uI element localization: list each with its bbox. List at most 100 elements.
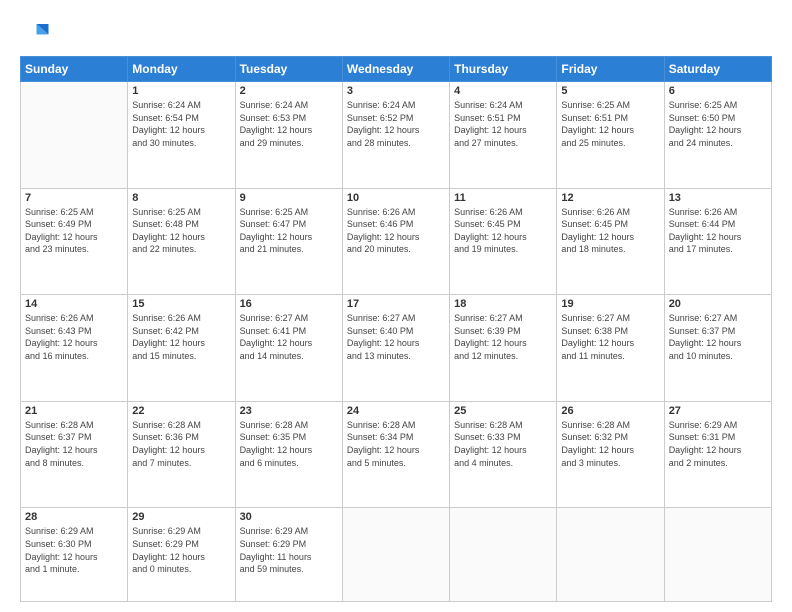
day-number: 28	[25, 511, 123, 523]
day-number: 15	[132, 298, 230, 310]
logo-icon	[20, 18, 50, 48]
calendar-cell	[557, 508, 664, 602]
calendar-cell: 7Sunrise: 6:25 AM Sunset: 6:49 PM Daylig…	[21, 188, 128, 295]
day-number: 18	[454, 298, 552, 310]
day-number: 13	[669, 192, 767, 204]
day-info: Sunrise: 6:27 AM Sunset: 6:37 PM Dayligh…	[669, 312, 767, 362]
day-info: Sunrise: 6:25 AM Sunset: 6:50 PM Dayligh…	[669, 99, 767, 149]
calendar-cell: 6 Sunrise: 6:25 AM Sunset: 6:50 PM Daylig…	[664, 82, 771, 189]
day-number: 20	[669, 298, 767, 310]
day-number: 30	[240, 511, 338, 523]
calendar-cell: 13 Sunrise: 6:26 AM Sunset: 6:44 PM Dayli…	[664, 188, 771, 295]
day-info: Sunrise: 6:25 AM Sunset: 6:48 PM Dayligh…	[132, 206, 230, 256]
calendar-cell: 3 Sunrise: 6:24 AM Sunset: 6:52 PM Daylig…	[342, 82, 449, 189]
calendar-cell: 20 Sunrise: 6:27 AM Sunset: 6:37 PM Dayli…	[664, 295, 771, 402]
calendar-cell: 15 Sunrise: 6:26 AM Sunset: 6:42 PM Dayli…	[128, 295, 235, 402]
day-info: Sunrise: 6:28 AM Sunset: 6:32 PM Dayligh…	[561, 419, 659, 469]
weekday-header-wednesday: Wednesday	[342, 57, 449, 82]
day-info: Sunrise: 6:24 AM Sunset: 6:52 PM Dayligh…	[347, 99, 445, 149]
week-row-1: 1 Sunrise: 6:24 AM Sunset: 6:54 PM Daylig…	[21, 82, 772, 189]
calendar-cell: 17 Sunrise: 6:27 AM Sunset: 6:40 PM Dayli…	[342, 295, 449, 402]
calendar-cell: 2 Sunrise: 6:24 AM Sunset: 6:53 PM Daylig…	[235, 82, 342, 189]
calendar-cell: 16Sunrise: 6:27 AM Sunset: 6:41 PM Dayli…	[235, 295, 342, 402]
calendar-cell: 22 Sunrise: 6:28 AM Sunset: 6:36 PM Dayli…	[128, 401, 235, 508]
weekday-header-saturday: Saturday	[664, 57, 771, 82]
day-info: Sunrise: 6:28 AM Sunset: 6:36 PM Dayligh…	[132, 419, 230, 469]
day-number: 24	[347, 405, 445, 417]
calendar-cell: 28 Sunrise: 6:29 AM Sunset: 6:30 PM Dayli…	[21, 508, 128, 602]
day-info: Sunrise: 6:29 AM Sunset: 6:30 PM Dayligh…	[25, 525, 123, 575]
day-number: 4	[454, 85, 552, 97]
calendar-cell: 24 Sunrise: 6:28 AM Sunset: 6:34 PM Dayli…	[342, 401, 449, 508]
day-number: 1	[132, 85, 230, 97]
calendar-cell: 9 Sunrise: 6:25 AM Sunset: 6:47 PM Daylig…	[235, 188, 342, 295]
day-info: Sunrise: 6:26 AM Sunset: 6:46 PM Dayligh…	[347, 206, 445, 256]
calendar-cell: 25 Sunrise: 6:28 AM Sunset: 6:33 PM Dayli…	[450, 401, 557, 508]
calendar: SundayMondayTuesdayWednesdayThursdayFrid…	[20, 56, 772, 602]
day-info: Sunrise: 6:27 AM Sunset: 6:38 PM Dayligh…	[561, 312, 659, 362]
day-info: Sunrise: 6:28 AM Sunset: 6:34 PM Dayligh…	[347, 419, 445, 469]
day-info: Sunrise: 6:25 AM Sunset: 6:49 PM Dayligh…	[25, 206, 123, 256]
day-info: Sunrise: 6:28 AM Sunset: 6:33 PM Dayligh…	[454, 419, 552, 469]
day-info: Sunrise: 6:26 AM Sunset: 6:44 PM Dayligh…	[669, 206, 767, 256]
weekday-header-tuesday: Tuesday	[235, 57, 342, 82]
day-info: Sunrise: 6:25 AM Sunset: 6:51 PM Dayligh…	[561, 99, 659, 149]
page: SundayMondayTuesdayWednesdayThursdayFrid…	[0, 0, 792, 612]
day-number: 19	[561, 298, 659, 310]
day-info: Sunrise: 6:27 AM Sunset: 6:40 PM Dayligh…	[347, 312, 445, 362]
day-info: Sunrise: 6:29 AM Sunset: 6:29 PM Dayligh…	[240, 525, 338, 575]
calendar-cell: 27 Sunrise: 6:29 AM Sunset: 6:31 PM Dayli…	[664, 401, 771, 508]
day-number: 14	[25, 298, 123, 310]
weekday-header-thursday: Thursday	[450, 57, 557, 82]
day-info: Sunrise: 6:25 AM Sunset: 6:47 PM Dayligh…	[240, 206, 338, 256]
week-row-5: 28 Sunrise: 6:29 AM Sunset: 6:30 PM Dayli…	[21, 508, 772, 602]
day-info: Sunrise: 6:24 AM Sunset: 6:54 PM Dayligh…	[132, 99, 230, 149]
calendar-cell: 21 Sunrise: 6:28 AM Sunset: 6:37 PM Dayli…	[21, 401, 128, 508]
calendar-cell: 11 Sunrise: 6:26 AM Sunset: 6:45 PM Dayli…	[450, 188, 557, 295]
day-number: 9	[240, 192, 338, 204]
calendar-cell	[21, 82, 128, 189]
week-row-2: 7Sunrise: 6:25 AM Sunset: 6:49 PM Daylig…	[21, 188, 772, 295]
calendar-cell: 23Sunrise: 6:28 AM Sunset: 6:35 PM Dayli…	[235, 401, 342, 508]
day-number: 21	[25, 405, 123, 417]
day-info: Sunrise: 6:27 AM Sunset: 6:39 PM Dayligh…	[454, 312, 552, 362]
calendar-cell	[450, 508, 557, 602]
calendar-cell: 30 Sunrise: 6:29 AM Sunset: 6:29 PM Dayli…	[235, 508, 342, 602]
calendar-cell: 29Sunrise: 6:29 AM Sunset: 6:29 PM Dayli…	[128, 508, 235, 602]
calendar-cell: 1 Sunrise: 6:24 AM Sunset: 6:54 PM Daylig…	[128, 82, 235, 189]
calendar-cell: 19 Sunrise: 6:27 AM Sunset: 6:38 PM Dayli…	[557, 295, 664, 402]
calendar-cell	[664, 508, 771, 602]
day-number: 23	[240, 405, 338, 417]
logo	[20, 18, 54, 48]
day-info: Sunrise: 6:29 AM Sunset: 6:31 PM Dayligh…	[669, 419, 767, 469]
weekday-header-friday: Friday	[557, 57, 664, 82]
day-number: 11	[454, 192, 552, 204]
day-number: 2	[240, 85, 338, 97]
day-number: 3	[347, 85, 445, 97]
calendar-cell: 10Sunrise: 6:26 AM Sunset: 6:46 PM Dayli…	[342, 188, 449, 295]
day-number: 17	[347, 298, 445, 310]
day-info: Sunrise: 6:26 AM Sunset: 6:43 PM Dayligh…	[25, 312, 123, 362]
day-info: Sunrise: 6:26 AM Sunset: 6:45 PM Dayligh…	[561, 206, 659, 256]
day-info: Sunrise: 6:28 AM Sunset: 6:37 PM Dayligh…	[25, 419, 123, 469]
week-row-4: 21 Sunrise: 6:28 AM Sunset: 6:37 PM Dayli…	[21, 401, 772, 508]
weekday-header-sunday: Sunday	[21, 57, 128, 82]
day-number: 6	[669, 85, 767, 97]
day-info: Sunrise: 6:26 AM Sunset: 6:42 PM Dayligh…	[132, 312, 230, 362]
day-number: 29	[132, 511, 230, 523]
weekday-header-monday: Monday	[128, 57, 235, 82]
day-info: Sunrise: 6:24 AM Sunset: 6:53 PM Dayligh…	[240, 99, 338, 149]
day-number: 12	[561, 192, 659, 204]
calendar-cell: 12 Sunrise: 6:26 AM Sunset: 6:45 PM Dayli…	[557, 188, 664, 295]
week-row-3: 14 Sunrise: 6:26 AM Sunset: 6:43 PM Dayli…	[21, 295, 772, 402]
calendar-cell: 18 Sunrise: 6:27 AM Sunset: 6:39 PM Dayli…	[450, 295, 557, 402]
day-number: 27	[669, 405, 767, 417]
day-number: 22	[132, 405, 230, 417]
day-info: Sunrise: 6:26 AM Sunset: 6:45 PM Dayligh…	[454, 206, 552, 256]
day-number: 5	[561, 85, 659, 97]
day-number: 25	[454, 405, 552, 417]
calendar-cell	[342, 508, 449, 602]
day-info: Sunrise: 6:24 AM Sunset: 6:51 PM Dayligh…	[454, 99, 552, 149]
day-number: 16	[240, 298, 338, 310]
weekday-header-row: SundayMondayTuesdayWednesdayThursdayFrid…	[21, 57, 772, 82]
